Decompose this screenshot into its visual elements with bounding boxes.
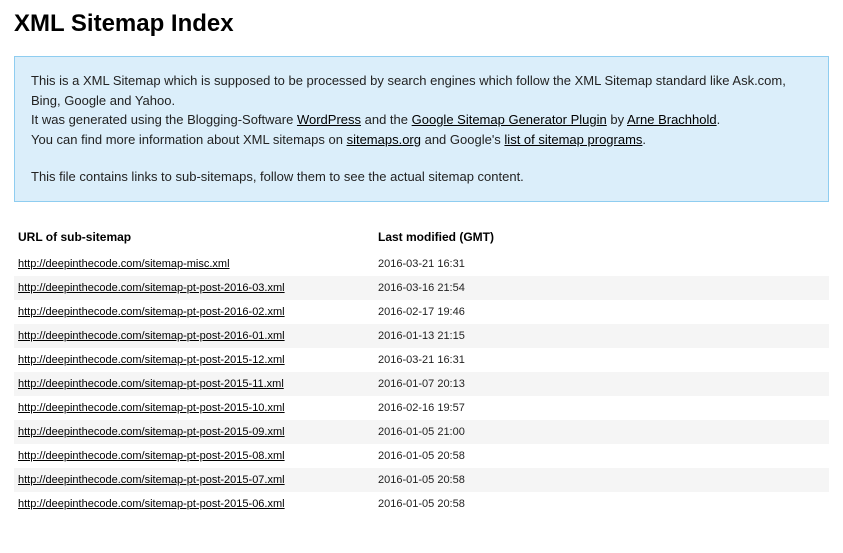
table-row: http://deepinthecode.com/sitemap-pt-post… <box>14 324 829 348</box>
cell-url: http://deepinthecode.com/sitemap-pt-post… <box>14 396 374 420</box>
cell-modified: 2016-01-05 21:00 <box>374 420 829 444</box>
cell-url: http://deepinthecode.com/sitemap-pt-post… <box>14 276 374 300</box>
sitemap-link[interactable]: http://deepinthecode.com/sitemap-pt-post… <box>18 378 284 390</box>
cell-modified: 2016-03-21 16:31 <box>374 348 829 372</box>
page-title: XML Sitemap Index <box>14 10 829 38</box>
col-header-url: URL of sub-sitemap <box>14 224 374 252</box>
cell-modified: 2016-02-17 19:46 <box>374 300 829 324</box>
cell-modified: 2016-03-16 21:54 <box>374 276 829 300</box>
info-line2: It was generated using the Blogging-Soft… <box>31 110 812 130</box>
table-row: http://deepinthecode.com/sitemap-pt-post… <box>14 420 829 444</box>
table-row: http://deepinthecode.com/sitemap-pt-post… <box>14 348 829 372</box>
cell-modified: 2016-03-21 16:31 <box>374 252 829 276</box>
table-row: http://deepinthecode.com/sitemap-pt-post… <box>14 468 829 492</box>
cell-url: http://deepinthecode.com/sitemap-pt-post… <box>14 324 374 348</box>
sitemap-link[interactable]: http://deepinthecode.com/sitemap-pt-post… <box>18 306 285 318</box>
table-row: http://deepinthecode.com/sitemap-misc.xm… <box>14 252 829 276</box>
cell-modified: 2016-02-16 19:57 <box>374 396 829 420</box>
sitemap-link[interactable]: http://deepinthecode.com/sitemap-misc.xm… <box>18 258 230 270</box>
table-row: http://deepinthecode.com/sitemap-pt-post… <box>14 444 829 468</box>
sitemap-link[interactable]: http://deepinthecode.com/sitemap-pt-post… <box>18 330 285 342</box>
sitemap-link[interactable]: http://deepinthecode.com/sitemap-pt-post… <box>18 354 285 366</box>
info-line1: This is a XML Sitemap which is supposed … <box>31 71 812 110</box>
info-text: and Google's <box>421 132 504 147</box>
sitemap-link[interactable]: http://deepinthecode.com/sitemap-pt-post… <box>18 282 285 294</box>
sitemap-link[interactable]: http://deepinthecode.com/sitemap-pt-post… <box>18 450 285 462</box>
link-list-programs[interactable]: list of sitemap programs <box>504 132 642 147</box>
sitemap-link[interactable]: http://deepinthecode.com/sitemap-pt-post… <box>18 402 285 414</box>
link-author[interactable]: Arne Brachhold <box>627 112 717 127</box>
col-header-modified: Last modified (GMT) <box>374 224 829 252</box>
table-row: http://deepinthecode.com/sitemap-pt-post… <box>14 396 829 420</box>
table-row: http://deepinthecode.com/sitemap-pt-post… <box>14 372 829 396</box>
info-text: It was generated using the Blogging-Soft… <box>31 112 297 127</box>
cell-modified: 2016-01-05 20:58 <box>374 444 829 468</box>
cell-modified: 2016-01-13 21:15 <box>374 324 829 348</box>
link-google-sitemap-generator[interactable]: Google Sitemap Generator Plugin <box>412 112 607 127</box>
cell-url: http://deepinthecode.com/sitemap-pt-post… <box>14 492 374 516</box>
sitemap-link[interactable]: http://deepinthecode.com/sitemap-pt-post… <box>18 474 285 486</box>
info-text: . <box>717 112 721 127</box>
table-row: http://deepinthecode.com/sitemap-pt-post… <box>14 300 829 324</box>
cell-url: http://deepinthecode.com/sitemap-pt-post… <box>14 468 374 492</box>
cell-url: http://deepinthecode.com/sitemap-pt-post… <box>14 372 374 396</box>
cell-url: http://deepinthecode.com/sitemap-pt-post… <box>14 348 374 372</box>
info-text: by <box>607 112 627 127</box>
info-text: You can find more information about XML … <box>31 132 347 147</box>
info-text: . <box>642 132 646 147</box>
info-box: This is a XML Sitemap which is supposed … <box>14 56 829 202</box>
info-line3: You can find more information about XML … <box>31 130 812 150</box>
cell-url: http://deepinthecode.com/sitemap-misc.xm… <box>14 252 374 276</box>
sitemap-link[interactable]: http://deepinthecode.com/sitemap-pt-post… <box>18 426 285 438</box>
info-text: and the <box>361 112 412 127</box>
sitemap-table: URL of sub-sitemap Last modified (GMT) h… <box>14 224 829 516</box>
cell-modified: 2016-01-05 20:58 <box>374 468 829 492</box>
cell-modified: 2016-01-05 20:58 <box>374 492 829 516</box>
sitemap-link[interactable]: http://deepinthecode.com/sitemap-pt-post… <box>18 498 285 510</box>
cell-url: http://deepinthecode.com/sitemap-pt-post… <box>14 420 374 444</box>
cell-url: http://deepinthecode.com/sitemap-pt-post… <box>14 444 374 468</box>
table-row: http://deepinthecode.com/sitemap-pt-post… <box>14 276 829 300</box>
link-wordpress[interactable]: WordPress <box>297 112 361 127</box>
cell-modified: 2016-01-07 20:13 <box>374 372 829 396</box>
link-sitemaps-org[interactable]: sitemaps.org <box>347 132 421 147</box>
table-row: http://deepinthecode.com/sitemap-pt-post… <box>14 492 829 516</box>
info-line4: This file contains links to sub-sitemaps… <box>31 167 812 187</box>
cell-url: http://deepinthecode.com/sitemap-pt-post… <box>14 300 374 324</box>
